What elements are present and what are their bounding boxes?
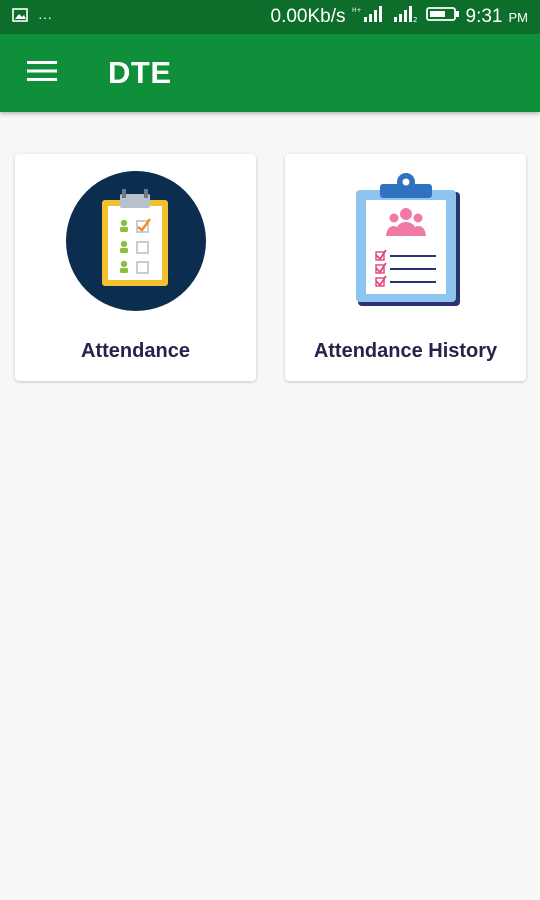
battery-icon — [425, 6, 460, 28]
app-title: DTE — [108, 55, 172, 90]
attendance-card[interactable]: Attendance — [15, 154, 256, 381]
more-notifications-indicator: ··· — [38, 9, 52, 25]
clock-ampm: PM — [508, 9, 529, 25]
status-left: ··· — [12, 7, 52, 27]
clock-time: 9:31 — [465, 6, 503, 27]
signal-icon-sim1: H+ — [352, 5, 386, 29]
attendance-history-card[interactable]: Attendance History — [285, 154, 526, 381]
svg-text:2: 2 — [413, 16, 417, 23]
attendance-history-card-label: Attendance History — [313, 340, 498, 362]
status-bar: ··· 0.00Kb/s H+ 2 9:31 PM — [0, 0, 540, 34]
menu-button[interactable] — [10, 41, 74, 105]
attendance-checklist-icon — [15, 166, 256, 316]
svg-text:H+: H+ — [352, 7, 362, 14]
hamburger-menu-icon — [27, 60, 57, 87]
network-speed: 0.00Kb/s — [270, 6, 346, 27]
app-bar: DTE — [0, 34, 540, 112]
attendance-history-clipboard-icon — [285, 166, 526, 316]
attendance-card-label: Attendance — [81, 340, 190, 362]
signal-icon-sim2: 2 — [392, 5, 420, 29]
status-right: 0.00Kb/s H+ 2 9:31 PM — [271, 5, 528, 29]
gallery-notification-icon — [12, 7, 28, 27]
